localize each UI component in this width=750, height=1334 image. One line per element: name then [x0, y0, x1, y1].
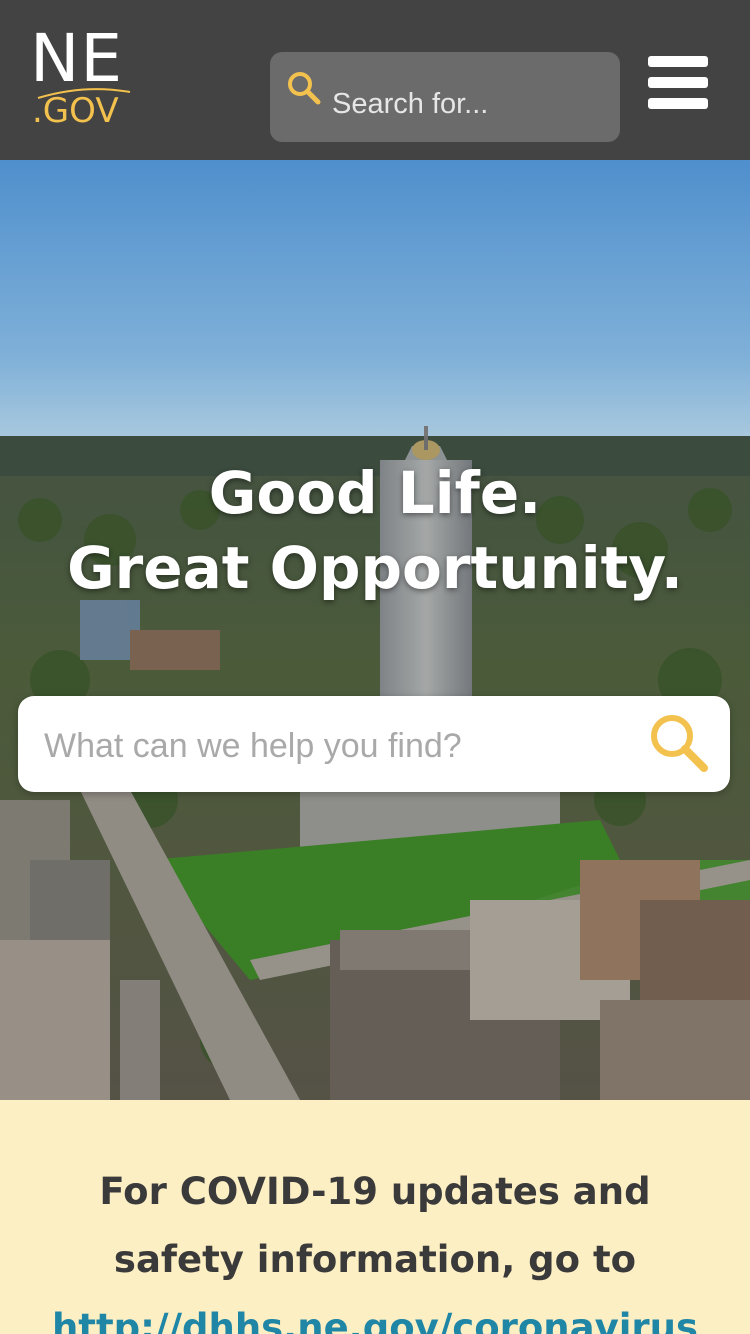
- hero-headline-line1: Good Life.: [208, 459, 542, 527]
- header-search-box[interactable]: [270, 52, 620, 142]
- logo-gov-text: .GOV: [32, 91, 119, 131]
- menu-bar-top: [648, 56, 708, 67]
- logo-ne-text: NE: [30, 20, 124, 97]
- covid-notice-text: For COVID-19 updates and safety informat…: [30, 1158, 720, 1334]
- hero-search-box[interactable]: [18, 696, 730, 792]
- hamburger-menu-icon[interactable]: [648, 56, 710, 110]
- hero-headline-line2: Great Opportunity.: [67, 534, 683, 602]
- covid-notice-banner: For COVID-19 updates and safety informat…: [0, 1100, 750, 1334]
- ne-gov-logo[interactable]: NE .GOV: [30, 26, 134, 134]
- hero-search-input[interactable]: [44, 722, 634, 770]
- coronavirus-info-link[interactable]: http://dhhs.ne.gov/coronavirus: [52, 1306, 698, 1334]
- hero-aerial-city-image: [0, 160, 750, 1100]
- menu-bar-bottom: [648, 98, 708, 109]
- hero-headline: Good Life. Great Opportunity.: [0, 456, 750, 606]
- search-icon[interactable]: [286, 70, 322, 106]
- header-search-input[interactable]: [332, 82, 602, 126]
- site-header: NE .GOV: [0, 0, 750, 160]
- search-icon[interactable]: [646, 710, 712, 776]
- menu-bar-middle: [648, 77, 708, 88]
- covid-notice-message: For COVID-19 updates and safety informat…: [99, 1170, 651, 1281]
- hero-section: Good Life. Great Opportunity.: [0, 160, 750, 1100]
